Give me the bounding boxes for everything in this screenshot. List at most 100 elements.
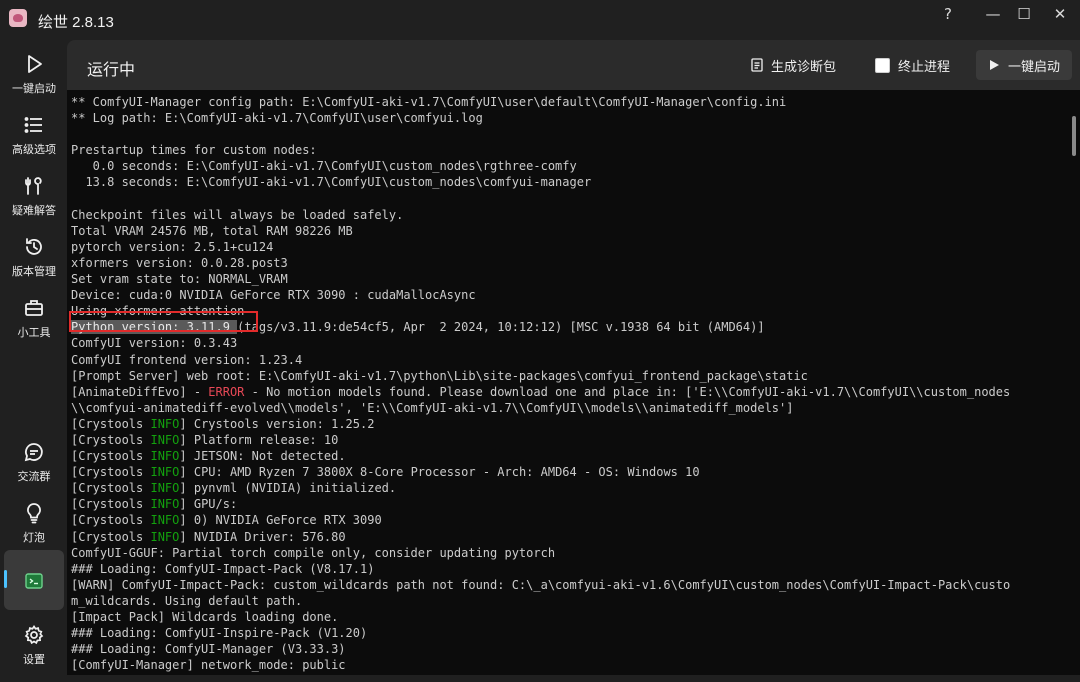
terminate-checkbox[interactable] [875,57,890,73]
window-title: 绘世 2.8.13 [38,14,114,31]
lightbulb-icon [27,503,41,524]
console-line: [Impact Pack] Wildcards loading done. [71,609,1066,625]
page-title: 运行中 [87,62,136,79]
gear-icon [24,624,44,645]
list-icon [24,117,42,133]
log-info-tag: INFO [150,449,180,464]
sidebar-item-advanced[interactable]: 高级选项 [0,114,68,172]
console-line: m_wildcards. Using default path. [71,593,1066,609]
help-icon[interactable]: ? [933,3,963,25]
log-text: ** ComfyUI-Manager config path: E:\Comfy… [71,95,787,109]
sidebar-item-label: 高级选项 [12,144,56,156]
log-text: ] Platform release: 10 [179,432,339,447]
sidebar-item-label: 交流群 [17,471,51,483]
console-line: [ComfyUI-Manager] network_mode: public [71,657,1066,673]
sidebar-item-troubleshoot[interactable]: 疑难解答 [0,175,68,233]
console-output[interactable]: ** ComfyUI-Manager config path: E:\Comfy… [67,90,1080,675]
log-info-tag: INFO [150,513,180,528]
sidebar-item-label: 版本管理 [12,266,56,278]
sidebar-item-console[interactable] [0,570,68,628]
log-text: ### Loading: ComfyUI-Inspire-Pack (V1.20… [71,626,368,641]
log-text: xformers version: 0.0.28.post3 [71,255,288,270]
log-error-tag: ERROR [208,384,245,399]
log-text: Total VRAM 24576 MB, total RAM 98226 MB [71,223,353,238]
log-text: Set vram state to: NORMAL_VRAM [71,272,288,287]
log-text: ComfyUI frontend version: 1.23.4 [71,352,303,367]
log-text: [Crystools [71,465,151,480]
log-text: [Crystools [71,416,151,431]
log-text: (tags/v3.11.9:de54cf5, Apr 2 2024, 10:12… [237,320,765,335]
sidebar-item-community[interactable]: 交流群 [0,441,68,499]
console-line: ** ComfyUI-Manager config path: E:\Comfy… [71,94,1066,110]
chat-icon [24,443,43,462]
terminate-label: 终止进程 [898,58,951,74]
sidebar-item-label: 小工具 [17,327,51,339]
sidebar-item-launch[interactable]: 一键启动 [0,53,68,111]
console-line: xformers version: 0.0.28.post3 [71,255,1066,271]
console-line: [Crystools INFO] CPU: AMD Ryzen 7 3800X … [71,464,1066,480]
log-info-tag: INFO [150,432,180,447]
console-line: Device: cuda:0 NVIDIA GeForce RTX 3090 :… [71,287,1066,303]
log-text: ] 0) NVIDIA GeForce RTX 3090 [179,513,382,528]
sidebar-item-label: 设置 [23,654,45,666]
sidebar-item-lightbulb[interactable]: 灯泡 [0,502,68,560]
log-text: ### Loading: ComfyUI-Impact-Pack (V8.17.… [71,561,375,576]
log-info-tag: INFO [150,497,180,512]
log-text: pytorch version: 2.5.1+cu124 [71,239,274,254]
log-info-tag: INFO [150,529,180,544]
console-line: Prestartup times for custom nodes: [71,142,1066,158]
log-text: [Prompt Server] web root: E:\ComfyUI-aki… [71,368,808,383]
log-text: \\comfyui-animatediff-evolved\\models', … [71,400,794,415]
sidebar: 一键启动 高级选项 疑难解答 版本管理 小工具 交流群 灯泡 设置 [0,40,68,675]
minimize-icon[interactable]: — [978,3,1008,25]
play-icon [28,55,42,73]
log-text: ] GPU/s: [179,497,238,512]
console-line: Checkpoint files will always be loaded s… [71,207,1066,223]
sidebar-item-versions[interactable]: 版本管理 [0,236,68,294]
console-line: [Prompt Server] web root: E:\ComfyUI-aki… [71,368,1066,384]
log-info-tag: INFO [150,481,180,496]
tools-icon [25,177,42,195]
log-text: [Crystools [71,529,151,544]
sidebar-item-settings[interactable]: 设置 [0,624,68,682]
console-line: [Crystools INFO] Crystools version: 1.25… [71,416,1066,432]
maximize-icon[interactable]: ☐ [1009,3,1039,25]
console-line: ComfyUI version: 0.3.43 [71,335,1066,351]
close-icon[interactable]: ✕ [1045,3,1075,25]
log-text: ### Loading: ComfyUI-Manager (V3.33.3) [71,642,346,657]
console-line: [Crystools INFO] pynvml (NVIDIA) initial… [71,480,1066,496]
log-info-tag: INFO [150,465,180,480]
console-line: [Crystools INFO] JETSON: Not detected. [71,448,1066,464]
log-text: ] Crystools version: 1.25.2 [179,416,375,431]
log-text: ] JETSON: Not detected. [179,449,346,464]
console-line: ** Log path: E:\ComfyUI-aki-v1.7\ComfyUI… [71,110,1066,126]
console-line: 0.0 seconds: E:\ComfyUI-aki-v1.7\ComfyUI… [71,158,1066,174]
console-line: ### Loading: ComfyUI-Manager (V3.33.3) [71,641,1066,657]
generate-diagnostics-button[interactable]: 生成诊断包 [751,50,836,80]
console-line: [Crystools INFO] 0) NVIDIA GeForce RTX 3… [71,512,1066,528]
log-text: [Impact Pack] Wildcards loading done. [71,610,339,624]
sidebar-item-tools[interactable]: 小工具 [0,297,68,355]
log-text: ** Log path: E:\ComfyUI-aki-v1.7\ComfyUI… [71,111,483,126]
log-text: [Crystools [71,432,151,447]
log-text: [WARN] ComfyUI-Impact-Pack: custom_wildc… [71,577,1011,592]
sidebar-item-label: 一键启动 [12,83,56,95]
console-line: ComfyUI-GGUF: Partial torch compile only… [71,545,1066,561]
console-line: Total VRAM 24576 MB, total RAM 98226 MB [71,223,1066,239]
log-text: ] CPU: AMD Ryzen 7 3800X 8-Core Processo… [179,465,700,480]
log-text: Checkpoint files will always be loaded s… [71,207,404,222]
terminate-process-toggle[interactable]: 终止进程 [875,50,950,80]
log-text: ] NVIDIA Driver: 576.80 [179,529,346,544]
log-text: [Crystools [71,481,151,496]
log-text: 13.8 seconds: E:\ComfyUI-aki-v1.7\ComfyU… [71,175,592,190]
sidebar-item-label: 灯泡 [23,532,45,544]
console-scrollbar[interactable] [1072,116,1076,156]
one-click-launch-button[interactable]: 一键启动 [976,50,1073,80]
toolbox-icon [25,300,43,316]
sidebar-item-label: 疑难解答 [12,205,56,217]
log-text: - No motion models found. Please downloa… [244,384,1011,399]
log-text: ComfyUI version: 0.3.43 [71,336,238,351]
log-text: [Crystools [71,513,151,528]
console-line: [Crystools INFO] NVIDIA Driver: 576.80 [71,529,1066,545]
